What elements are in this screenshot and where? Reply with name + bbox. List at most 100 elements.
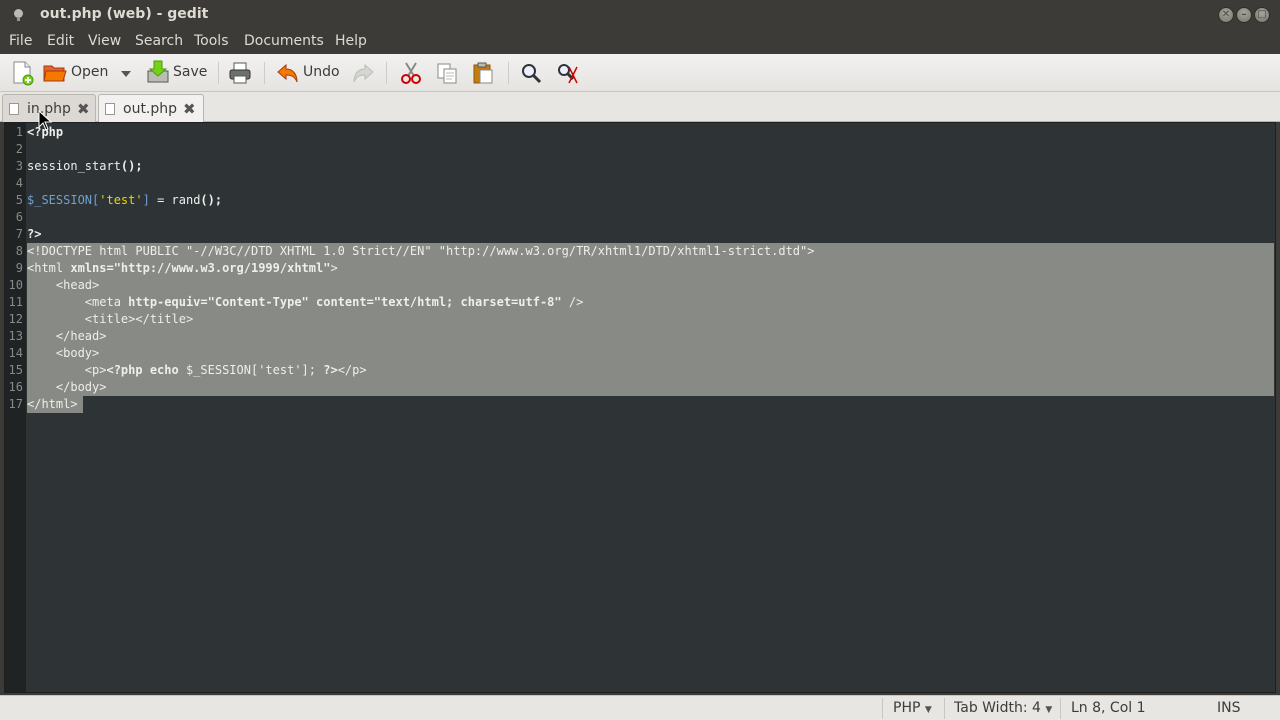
line-number: 6 [15,210,23,224]
menu-documents[interactable]: Documents [244,33,324,49]
toolbar: Open Save Undo [0,54,1280,92]
chevron-down-icon [121,71,131,77]
code-line: ?> [27,227,42,241]
line-number: 8 [15,244,23,258]
line-number: 14 [8,346,23,360]
line-number: 5 [15,193,23,207]
language-label: PHP [893,700,921,716]
find-replace-button[interactable] [554,58,580,88]
redo-button[interactable] [350,58,376,88]
tab-label: out.php [123,101,178,117]
selection-highlight [27,277,1274,294]
toolbar-separator [386,62,387,84]
find-button[interactable] [518,58,544,88]
status-separator [1060,698,1061,719]
save-button[interactable]: Save [146,58,208,88]
line-number: 17 [8,397,23,411]
code-editor[interactable]: 1 2 3 4 5 6 7 8 9 10 11 12 13 14 15 16 17 <?php session_s… [4,122,1276,693]
line-number: 1 [15,125,23,139]
toolbar-separator [218,62,219,84]
printer-icon [229,62,251,84]
menu-tools[interactable]: Tools [194,33,229,49]
copy-button[interactable] [434,58,460,88]
code-line: </head> [27,329,107,343]
line-number: 16 [8,380,23,394]
save-icon [147,60,169,83]
open-button[interactable]: Open [42,58,112,88]
line-number: 4 [15,176,23,190]
mouse-pointer-icon [38,110,53,131]
folder-open-icon [43,65,67,82]
toolbar-separator [508,62,509,84]
toolbar-separator [264,62,265,84]
line-number: 13 [8,329,23,343]
copy-icon [437,63,457,84]
code-line: session_start(); [27,159,143,173]
selection-highlight [27,328,1274,345]
tab-close-icon[interactable]: ✖ [183,100,196,118]
paste-icon [473,62,493,84]
code-line: <p><?php echo $_SESSION['test']; ?></p> [27,363,367,377]
line-number: 15 [8,363,23,377]
selection-highlight [27,379,1274,396]
line-number: 2 [15,142,23,156]
tab-close-icon[interactable]: ✖ [77,100,90,118]
menu-file[interactable]: File [9,33,32,49]
print-button[interactable] [226,58,254,88]
undo-label: Undo [303,64,340,80]
code-line: </body> [27,380,107,394]
line-number: 12 [8,312,23,326]
code-line: <head> [27,278,100,292]
chevron-down-icon: ▼ [924,705,932,715]
scissors-icon [401,62,421,84]
line-number: 7 [15,227,23,241]
status-bar: PHP ▼ Tab Width: 4 ▼ Ln 8, Col 1 INS [0,695,1280,720]
tab-width-label: Tab Width: 4 [954,700,1041,716]
selection-highlight [27,311,1274,328]
status-separator [944,698,945,719]
code-line: </html> [27,397,78,411]
menu-bar: File Edit View Search Tools Documents He… [0,30,1280,54]
close-window-button[interactable]: ✕ [1218,7,1234,23]
undo-icon [277,63,298,83]
cut-button[interactable] [398,58,424,88]
maximize-icon: □ [1257,9,1267,20]
search-icon [522,64,542,84]
tab-out-php[interactable]: out.php ✖ [98,94,204,123]
code-line: <title></title> [27,312,194,326]
status-separator [882,698,883,719]
document-tabs: in.php ✖ out.php ✖ [0,92,1280,123]
maximize-window-button[interactable]: □ [1254,7,1270,23]
menu-view[interactable]: View [88,33,121,49]
close-icon: ✕ [1221,9,1231,20]
menu-edit[interactable]: Edit [47,33,74,49]
document-icon [9,103,19,115]
menu-search[interactable]: Search [135,33,183,49]
title-bar: out.php (web) - gedit ✕ – □ [0,0,1280,30]
line-number: 11 [8,295,23,309]
selection-highlight [27,345,1274,362]
minimize-icon: – [1241,9,1247,20]
new-document-button[interactable] [8,58,36,88]
menu-help[interactable]: Help [335,33,367,49]
line-number-gutter: 1 2 3 4 5 6 7 8 9 10 11 12 13 14 15 16 17 [5,123,26,692]
line-number: 9 [15,261,23,275]
language-selector[interactable]: PHP ▼ [893,700,932,716]
save-label: Save [173,64,208,80]
minimize-window-button[interactable]: – [1236,7,1252,23]
code-line: <!DOCTYPE html PUBLIC "-//W3C//DTD XHTML… [27,244,815,258]
new-document-icon [13,61,34,86]
cursor-position: Ln 8, Col 1 [1071,700,1146,716]
open-recent-dropdown[interactable] [118,58,134,88]
undo-button[interactable]: Undo [274,58,340,88]
open-label: Open [71,64,109,80]
window-menu-icon[interactable] [14,9,23,21]
insert-mode: INS [1217,700,1241,716]
tab-width-selector[interactable]: Tab Width: 4 ▼ [954,700,1052,716]
code-line: <html xmlns="http://www.w3.org/1999/xhtm… [27,261,338,275]
code-line: $_SESSION['test'] = rand(); [27,193,223,207]
line-number: 3 [15,159,23,173]
window-title: out.php (web) - gedit [40,6,209,22]
paste-button[interactable] [470,58,496,88]
redo-icon [353,63,374,83]
